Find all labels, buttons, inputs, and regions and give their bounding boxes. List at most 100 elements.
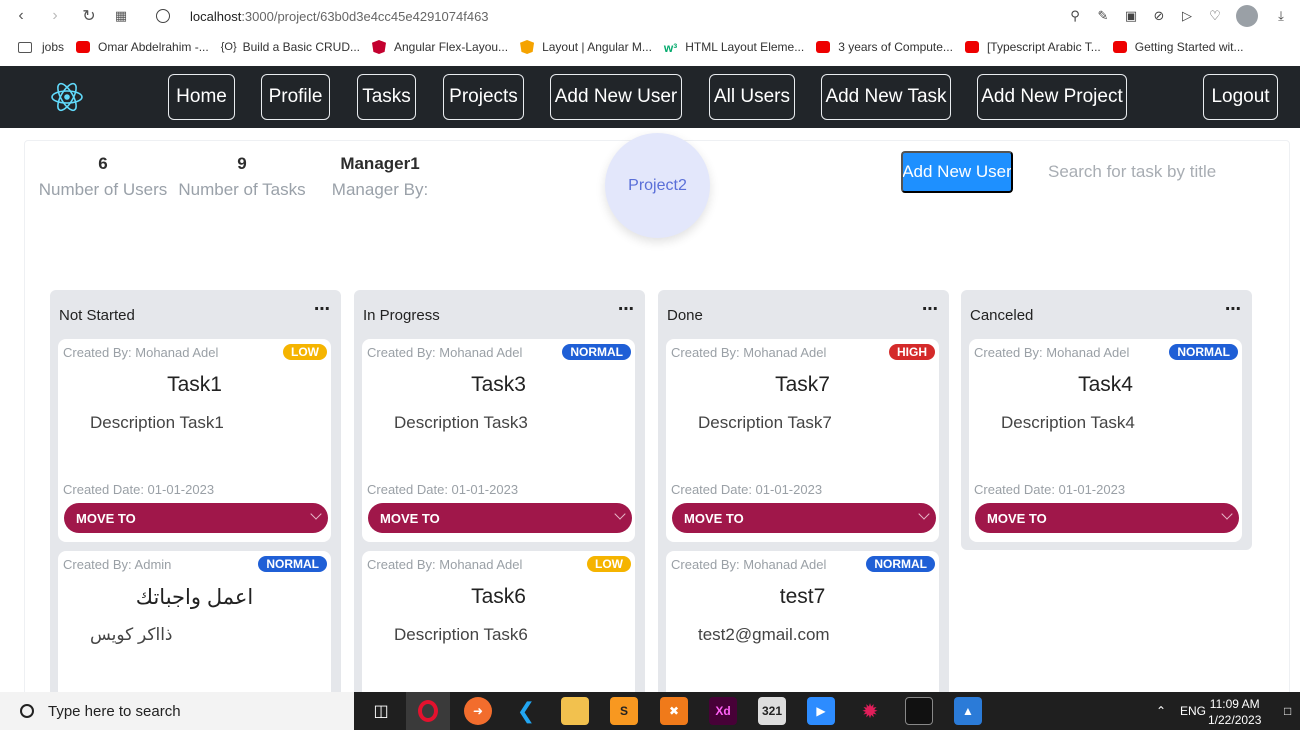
card-created-by: Created By: Mohanad Adel xyxy=(974,345,1130,360)
logout-button[interactable]: Logout xyxy=(1203,74,1278,120)
bookmark-label: Build a Basic CRUD... xyxy=(242,40,360,54)
bookmark-item[interactable]: Omar Abdelrahim -... xyxy=(76,40,209,54)
address-bar[interactable]: localhost:3000/project/63b0d3e4cc45e4291… xyxy=(156,4,489,28)
move-to-select[interactable]: MOVE TO xyxy=(975,503,1239,533)
move-to-select[interactable]: MOVE TO xyxy=(64,503,328,533)
move-to-label: MOVE TO xyxy=(684,510,744,526)
card-title: اعمل واجباتك xyxy=(135,586,254,609)
bookmark-item[interactable]: 3 years of Compute... xyxy=(816,40,953,54)
photos-icon[interactable]: ▲ xyxy=(954,697,982,725)
taskbar-clock[interactable]: 11:09 AM 1/22/2023 xyxy=(1208,696,1261,728)
camera-icon[interactable]: ▣ xyxy=(1120,5,1142,27)
priority-badge: LOW xyxy=(587,556,631,572)
bookmark-item[interactable]: w³ HTML Layout Eleme... xyxy=(663,40,804,55)
more-options-icon[interactable]: ⋯ xyxy=(618,299,635,319)
calendar-icon[interactable]: 321 xyxy=(758,697,786,725)
card-title: Task3 xyxy=(471,373,526,396)
forward-icon[interactable]: › xyxy=(44,5,66,27)
sublime-icon[interactable]: S xyxy=(610,697,638,725)
stat-label: Manager By: xyxy=(331,180,429,199)
move-to-select[interactable]: MOVE TO xyxy=(368,503,632,533)
nav-add-new-project[interactable]: Add New Project xyxy=(977,74,1127,120)
tray-chevron-icon[interactable]: ⌃ xyxy=(1156,692,1166,730)
nav-projects[interactable]: Projects xyxy=(443,74,524,120)
bookmark-label: [Typescript Arabic T... xyxy=(986,40,1101,54)
more-options-icon[interactable]: ⋯ xyxy=(1225,299,1242,319)
language-indicator[interactable]: ENG xyxy=(1180,692,1206,730)
task-card[interactable]: Created By: Mohanad Adel LOW Task1 Descript… xyxy=(58,339,331,542)
nav-home[interactable]: Home xyxy=(168,74,235,120)
card-description: Description Task6 xyxy=(394,625,528,644)
postman-icon[interactable]: ➜ xyxy=(464,697,492,725)
board-column: Not Started ⋯ Created By: Mohanad Adel LOW T… xyxy=(50,290,341,751)
bookmarks-bar: jobs Omar Abdelrahim -... {O} Build a Bas… xyxy=(0,36,1300,58)
back-icon[interactable]: ‹ xyxy=(10,5,32,27)
bookmark-item[interactable]: Layout | Angular M... xyxy=(520,40,652,54)
priority-badge: LOW xyxy=(283,344,327,360)
windows-taskbar: Type here to search ◫ ➜ ❮ S ✖ Xd 321 ▶ ✹… xyxy=(0,692,1300,730)
nav-add-new-user[interactable]: Add New User xyxy=(550,74,682,120)
card-created-by: Created By: Mohanad Adel xyxy=(367,557,523,572)
browser-chrome: ‹ › ↻ ▦ localhost:3000/project/63b0d3e4c… xyxy=(0,0,1300,66)
board-column: Canceled ⋯ Created By: Mohanad Adel NORMAL T… xyxy=(961,290,1252,550)
block-icon[interactable]: ⊘ xyxy=(1148,5,1170,27)
move-to-label: MOVE TO xyxy=(380,510,440,526)
task-view-icon[interactable]: ◫ xyxy=(367,697,395,725)
slack-icon[interactable]: ✹ xyxy=(856,697,884,725)
reload-icon[interactable]: ↻ xyxy=(78,5,100,27)
nav-add-new-task[interactable]: Add New Task xyxy=(821,74,951,120)
react-logo-icon[interactable] xyxy=(50,80,84,114)
chevron-down-icon xyxy=(1221,508,1233,520)
stat-manager: Manager1 Manager By: xyxy=(330,154,430,200)
edit-icon[interactable]: ✎ xyxy=(1092,5,1114,27)
zoom-icon[interactable]: ⚲ xyxy=(1064,5,1086,27)
bookmark-item[interactable]: [Typescript Arabic T... xyxy=(964,40,1101,54)
card-created-date: Created Date: 01-01-2023 xyxy=(367,482,519,497)
vscode-icon[interactable]: ❮ xyxy=(512,697,540,725)
stat-value: Manager1 xyxy=(340,154,420,173)
zoom-app-icon[interactable]: ▶ xyxy=(807,697,835,725)
priority-badge: NORMAL xyxy=(258,556,327,572)
apps-grid-icon[interactable]: ▦ xyxy=(110,5,132,27)
task-search-input[interactable] xyxy=(1040,155,1240,189)
send-icon[interactable]: ▷ xyxy=(1176,5,1198,27)
file-explorer-icon[interactable] xyxy=(561,697,589,725)
card-description: Description Task4 xyxy=(1001,413,1135,432)
card-title: Task1 xyxy=(167,373,222,396)
card-created-date: Created Date: 01-01-2023 xyxy=(63,482,215,497)
taskbar-search[interactable]: Type here to search xyxy=(0,692,354,730)
priority-badge: NORMAL xyxy=(866,556,935,572)
notifications-icon[interactable]: □ xyxy=(1284,692,1291,730)
more-options-icon[interactable]: ⋯ xyxy=(314,299,331,319)
bookmark-item[interactable]: Getting Started wit... xyxy=(1112,40,1244,54)
bookmark-label: Layout | Angular M... xyxy=(542,40,652,54)
clock-time: 11:09 AM xyxy=(1209,697,1260,711)
stat-label: Number of Users xyxy=(38,180,168,199)
stat-tasks: 9 Number of Tasks xyxy=(177,154,307,200)
nav-tasks[interactable]: Tasks xyxy=(357,74,416,120)
bookmark-item[interactable]: {O} Build a Basic CRUD... xyxy=(221,40,360,54)
youtube-icon xyxy=(964,41,979,53)
nav-all-users[interactable]: All Users xyxy=(709,74,795,120)
w3-icon: w³ xyxy=(663,41,678,55)
opera-icon[interactable] xyxy=(406,692,450,730)
heart-icon[interactable]: ♡ xyxy=(1204,5,1226,27)
column-title: Canceled xyxy=(970,307,1034,324)
xampp-icon[interactable]: ✖ xyxy=(660,697,688,725)
move-to-select[interactable]: MOVE TO xyxy=(672,503,936,533)
card-created-by: Created By: Mohanad Adel xyxy=(671,345,827,360)
nav-profile[interactable]: Profile xyxy=(261,74,330,120)
profile-avatar[interactable] xyxy=(1236,5,1258,27)
adobe-xd-icon[interactable]: Xd xyxy=(709,697,737,725)
task-card[interactable]: Created By: Mohanad Adel HIGH Task7 Descrip… xyxy=(666,339,939,542)
task-card[interactable]: Created By: Mohanad Adel NORMAL Task3 Descr… xyxy=(362,339,635,542)
card-description: ذااكر كويس xyxy=(90,625,173,644)
terminal-icon[interactable] xyxy=(905,697,933,725)
add-new-user-button[interactable]: Add New User xyxy=(901,151,1013,193)
task-card[interactable]: Created By: Mohanad Adel NORMAL Task4 Descr… xyxy=(969,339,1242,542)
bookmark-label: Getting Started wit... xyxy=(1134,40,1244,54)
bookmark-item[interactable]: Angular Flex-Layou... xyxy=(372,40,508,54)
download-icon[interactable]: ⤓ xyxy=(1270,5,1292,27)
bookmark-item[interactable]: jobs xyxy=(18,40,64,54)
more-options-icon[interactable]: ⋯ xyxy=(922,299,939,319)
